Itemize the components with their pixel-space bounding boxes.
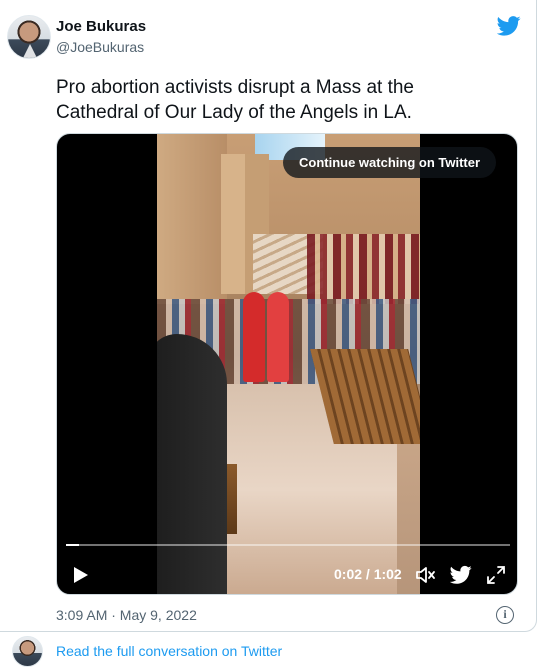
tweet-card: Joe Bukuras @JoeBukuras Pro abortion act… [0, 0, 537, 632]
video-progress-bar[interactable] [66, 544, 510, 546]
conversation-avatar[interactable] [12, 636, 43, 667]
tweet-text: Pro abortion activists disrupt a Mass at… [56, 77, 414, 123]
tweet-timestamp[interactable]: 3:09 AM · May 9, 2022 [56, 607, 197, 623]
twitter-logo-icon[interactable] [497, 16, 521, 36]
video-progress-fill [66, 544, 80, 546]
video-time: 0:02 / 1:02 [334, 566, 402, 582]
author-handle[interactable]: @JoeBukuras [56, 39, 144, 55]
continue-watching-button[interactable]: Continue watching on Twitter [283, 147, 497, 178]
author-avatar[interactable] [7, 15, 51, 59]
info-icon[interactable]: i [496, 606, 514, 624]
video-frame[interactable] [157, 134, 420, 594]
author-name[interactable]: Joe Bukuras [56, 18, 146, 35]
expand-icon[interactable] [485, 564, 507, 586]
twitter-bird-icon[interactable] [450, 565, 472, 585]
play-icon[interactable] [69, 564, 91, 586]
volume-icon[interactable] [414, 564, 436, 586]
video-player[interactable]: Continue watching on Twitter 0:02 / 1:02 [56, 133, 518, 595]
